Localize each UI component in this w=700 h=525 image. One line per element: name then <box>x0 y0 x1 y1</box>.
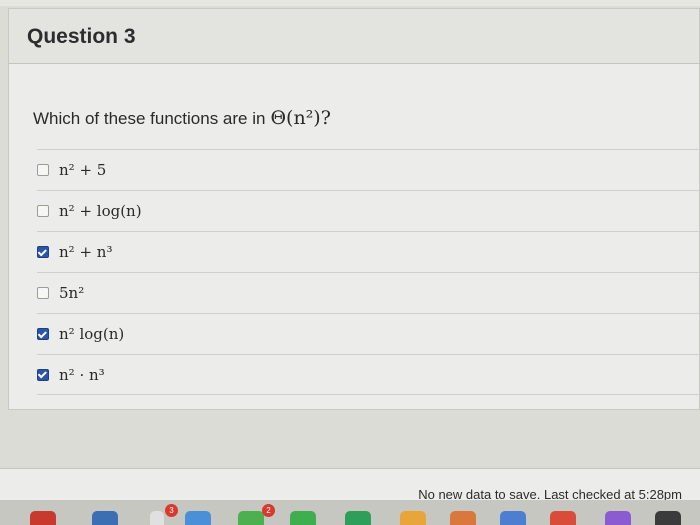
taskbar-dock: 3 2 <box>0 500 700 525</box>
question-body: Which of these functions are in Θ(n²)? n… <box>9 65 700 410</box>
answer-label: n² log(n) <box>59 325 125 343</box>
question-prompt: Which of these functions are in Θ(n²)? <box>33 107 331 129</box>
dock-app-icon[interactable] <box>655 511 681 525</box>
prompt-text: Which of these functions are in <box>33 109 266 128</box>
answer-checkbox[interactable] <box>37 328 49 340</box>
dock-app-icon[interactable] <box>605 511 631 525</box>
dock-app-icon[interactable] <box>30 511 56 525</box>
answer-option-3[interactable]: n² + n³ <box>37 231 700 272</box>
answer-checkbox[interactable] <box>37 205 49 217</box>
notification-badge: 3 <box>165 504 178 517</box>
answer-option-5[interactable]: n² log(n) <box>37 313 700 354</box>
answer-label: 5n² <box>59 284 85 302</box>
browser-top-strip <box>0 0 700 6</box>
answer-option-1[interactable]: n² + 5 <box>37 149 700 190</box>
dock-app-icon[interactable] <box>185 511 211 525</box>
dock-app-icon[interactable] <box>450 511 476 525</box>
answer-option-4[interactable]: 5n² <box>37 272 700 313</box>
answer-list: n² + 5 n² + log(n) n² + n³ 5n² n² log(n)… <box>37 149 700 395</box>
answer-label: n² + log(n) <box>59 202 142 220</box>
dock-app-icon[interactable] <box>550 511 576 525</box>
answer-label: n² + n³ <box>59 243 113 261</box>
prompt-math-expression: Θ(n²) <box>270 107 321 129</box>
dock-app-icon[interactable] <box>238 511 264 525</box>
notification-badge: 2 <box>262 504 275 517</box>
dock-app-icon[interactable] <box>345 511 371 525</box>
answer-checkbox[interactable] <box>37 246 49 258</box>
question-card: Question 3 Which of these functions are … <box>8 8 700 410</box>
answer-option-6[interactable]: n² · n³ <box>37 354 700 395</box>
prompt-math: Θ(n²)? <box>270 107 331 129</box>
dock-app-icon[interactable] <box>500 511 526 525</box>
question-title: Question 3 <box>27 25 136 48</box>
question-header: Question 3 <box>9 9 699 64</box>
answer-option-2[interactable]: n² + log(n) <box>37 190 700 231</box>
dock-app-icon[interactable] <box>150 511 164 525</box>
dock-app-icon[interactable] <box>290 511 316 525</box>
answer-checkbox[interactable] <box>37 287 49 299</box>
answer-checkbox[interactable] <box>37 368 49 381</box>
dock-app-icon[interactable] <box>400 511 426 525</box>
answer-label: n² + 5 <box>59 161 107 179</box>
quiz-footer: No new data to save. Last checked at 5:2… <box>0 468 700 502</box>
answer-checkbox[interactable] <box>37 164 49 176</box>
answer-label: n² · n³ <box>59 365 105 384</box>
dock-app-icon[interactable] <box>92 511 118 525</box>
